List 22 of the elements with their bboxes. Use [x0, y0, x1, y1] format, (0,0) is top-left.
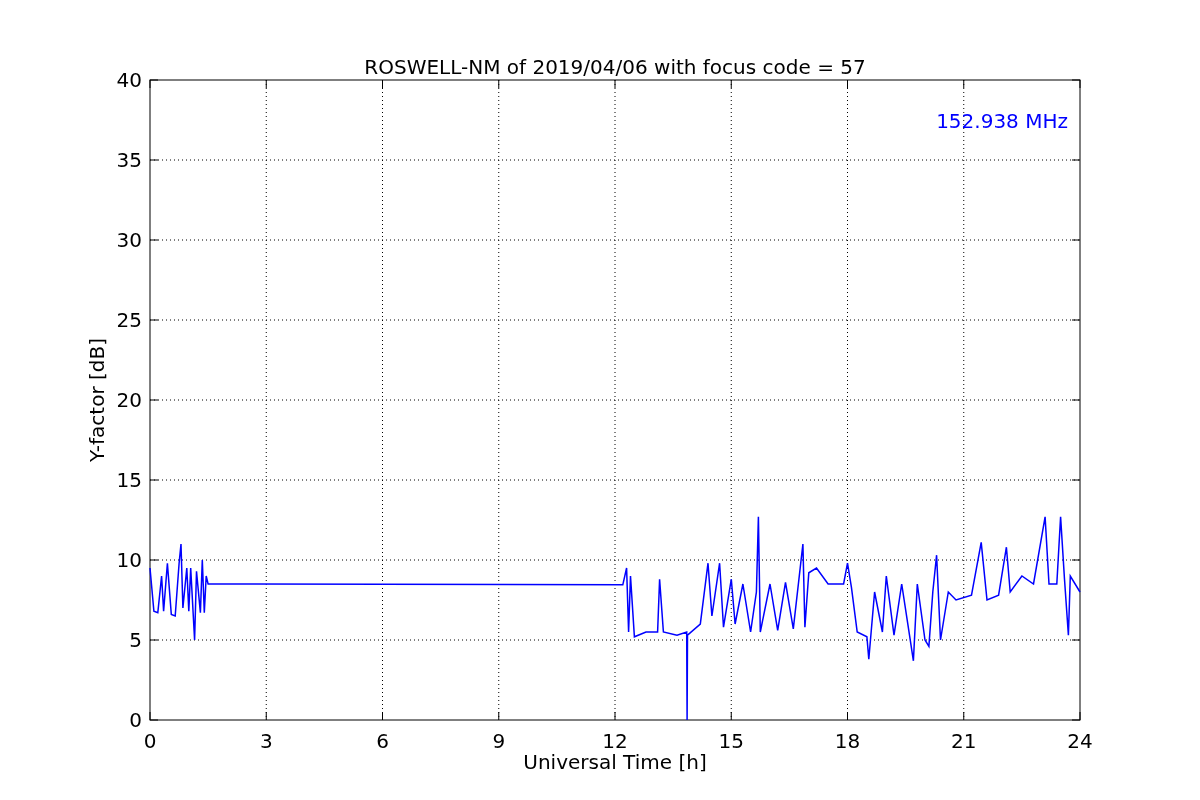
legend-label: 152.938 MHz — [936, 109, 1068, 133]
x-axis-label: Universal Time [h] — [523, 750, 707, 774]
tick-label: 35 — [116, 148, 142, 172]
tick-label: 20 — [116, 388, 142, 412]
tick-label: 5 — [129, 628, 142, 652]
tick-label: 25 — [116, 308, 142, 332]
tick-label: 18 — [834, 729, 861, 753]
tick-label: 15 — [116, 468, 142, 492]
tick-label: 21 — [951, 729, 977, 753]
tick-label: 24 — [1067, 729, 1093, 753]
tick-label: 0 — [129, 708, 142, 732]
tick-label: 15 — [718, 729, 744, 753]
tick-label: 30 — [116, 228, 142, 252]
y-axis-label: Y-factor [dB] — [85, 338, 109, 462]
chart-title: ROSWELL-NM of 2019/04/06 with focus code = 57 — [364, 55, 866, 79]
tick-label: 0 — [143, 729, 157, 753]
tick-label: 10 — [116, 548, 142, 572]
tick-label: 12 — [602, 729, 628, 753]
tick-label: 9 — [492, 729, 506, 753]
tick-label: 3 — [259, 729, 273, 753]
tick-label: 6 — [376, 729, 389, 753]
tick-label: 40 — [116, 68, 142, 92]
